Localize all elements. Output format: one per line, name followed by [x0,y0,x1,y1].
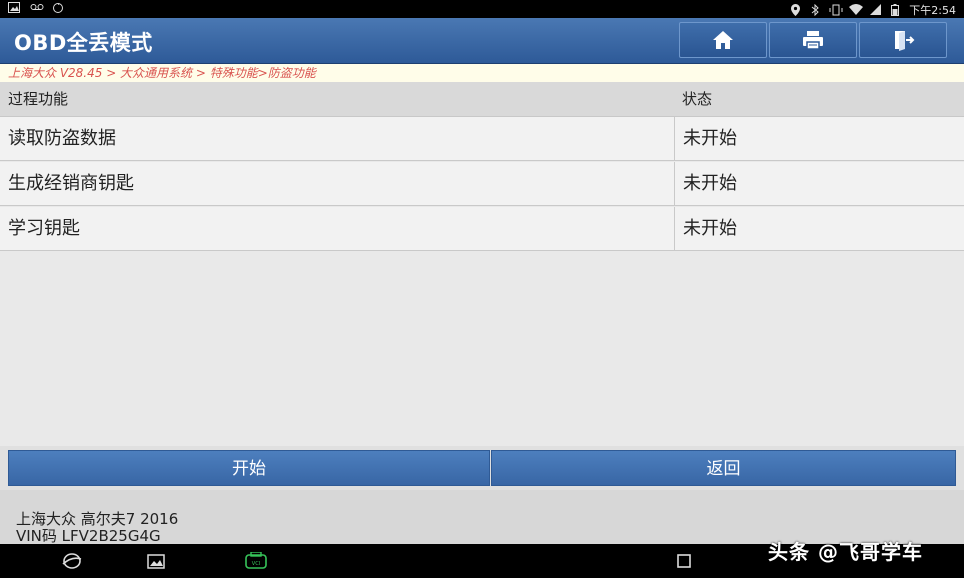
vci-icon[interactable]: VCI [243,552,269,570]
battery-icon [889,4,901,16]
image-icon [8,2,20,14]
breadcrumb: 上海大众 V28.45 > 大众通用系统 > 特殊功能>防盗功能 [0,64,964,82]
status-bar: 下午2:54 [0,0,964,18]
watermark: 头条 @飞哥学车 [768,540,923,564]
gallery-icon[interactable] [146,552,166,570]
wifi-icon [849,4,864,16]
exit-icon [895,31,915,51]
status-cell: 未开始 [674,207,964,251]
voicemail-icon [30,2,44,14]
page-title: OBD全丢模式 [14,31,153,55]
function-cell: 生成经销商钥匙 [8,173,134,194]
status-cell: 未开始 [674,162,964,206]
action-bar: 开始 返回 [0,446,964,490]
exit-button[interactable] [859,22,947,58]
recents-icon[interactable] [674,552,694,570]
column-header-status: 状态 [682,90,713,108]
home-button[interactable] [679,22,767,58]
function-cell: 学习钥匙 [8,218,80,239]
print-button[interactable] [769,22,857,58]
svg-text:VCI: VCI [252,561,260,567]
browser-icon[interactable] [62,552,82,570]
app-header: OBD全丢模式 [0,18,964,64]
signal-icon [869,4,881,16]
vibrate-icon [829,4,843,16]
table-header: 过程功能 状态 [0,82,964,117]
bluetooth-icon [809,3,821,17]
clock: 下午2:54 [909,4,956,17]
start-button[interactable]: 开始 [8,450,490,486]
column-header-function: 过程功能 [8,90,69,108]
status-cell: 未开始 [674,117,964,161]
location-icon [789,4,801,16]
vehicle-vin: VIN码 LFV2B25G4G [16,527,161,545]
table-row[interactable]: 学习钥匙 未开始 [0,207,964,251]
home-icon [713,31,733,49]
function-table: 过程功能 状态 读取防盗数据 未开始 生成经销商钥匙 未开始 学习钥匙 未开始 [0,82,964,446]
print-icon [803,31,823,50]
sync-icon [52,2,64,14]
table-row[interactable]: 生成经销商钥匙 未开始 [0,162,964,206]
back-button[interactable]: 返回 [491,450,956,486]
function-cell: 读取防盗数据 [8,128,116,149]
table-row[interactable]: 读取防盗数据 未开始 [0,117,964,161]
